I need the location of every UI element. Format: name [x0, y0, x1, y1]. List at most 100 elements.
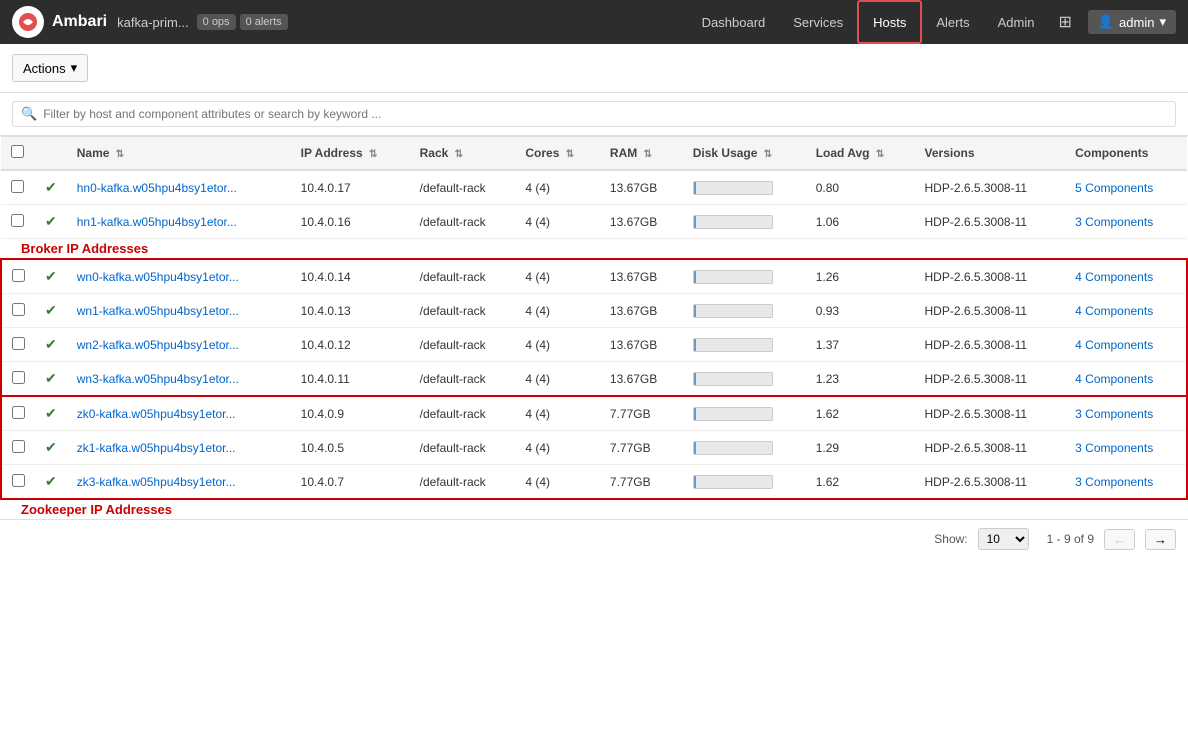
- search-icon: 🔍: [21, 106, 37, 122]
- grid-icon[interactable]: ⊞: [1048, 0, 1081, 44]
- table-row: ✔ hn1-kafka.w05hpu4bsy1etor... 10.4.0.16…: [1, 205, 1187, 239]
- row-ram-cell: 7.77GB: [600, 465, 683, 500]
- host-name-link[interactable]: wn2-kafka.w05hpu4bsy1etor...: [77, 338, 239, 352]
- table-row: ✔ wn0-kafka.w05hpu4bsy1etor... 10.4.0.14…: [1, 259, 1187, 294]
- th-rack[interactable]: Rack ⇅: [410, 137, 516, 171]
- row-ip-cell: 10.4.0.14: [291, 259, 410, 294]
- row-ram-cell: 7.77GB: [600, 396, 683, 431]
- pagination-info: 1 - 9 of 9: [1047, 532, 1094, 546]
- zookeeper-annotation-row: Zookeeper IP Addresses: [1, 499, 1187, 519]
- disk-bar: [693, 372, 773, 386]
- table-footer: Show: 10 25 50 100 1 - 9 of 9 ← →: [0, 519, 1188, 558]
- host-name-link[interactable]: zk3-kafka.w05hpu4bsy1etor...: [77, 475, 236, 489]
- row-checkbox[interactable]: [12, 406, 25, 419]
- row-ram-cell: 13.67GB: [600, 294, 683, 328]
- row-status-cell: ✔: [35, 396, 67, 431]
- row-ip-cell: 10.4.0.9: [291, 396, 410, 431]
- components-link[interactable]: 3 Components: [1075, 215, 1153, 229]
- components-link[interactable]: 3 Components: [1075, 475, 1153, 489]
- alerts-badge: 0 alerts: [240, 14, 288, 30]
- row-ip-cell: 10.4.0.17: [291, 170, 410, 205]
- user-name: admin: [1119, 15, 1154, 30]
- components-link[interactable]: 3 Components: [1075, 441, 1153, 455]
- th-load[interactable]: Load Avg ⇅: [806, 137, 915, 171]
- user-icon: 👤: [1098, 14, 1114, 30]
- components-link[interactable]: 3 Components: [1075, 407, 1153, 421]
- actions-dropdown-icon: ▾: [71, 60, 78, 76]
- host-name-link[interactable]: hn0-kafka.w05hpu4bsy1etor...: [77, 181, 237, 195]
- row-name-cell: zk3-kafka.w05hpu4bsy1etor...: [67, 465, 291, 500]
- nav-alerts[interactable]: Alerts: [922, 0, 983, 44]
- row-ram-cell: 13.67GB: [600, 362, 683, 397]
- row-checkbox-cell: [1, 205, 35, 239]
- row-status-cell: ✔: [35, 294, 67, 328]
- components-link[interactable]: 4 Components: [1075, 304, 1153, 318]
- row-load-cell: 1.26: [806, 259, 915, 294]
- row-load-cell: 0.93: [806, 294, 915, 328]
- th-disk[interactable]: Disk Usage ⇅: [683, 137, 806, 171]
- status-icon: ✔: [45, 370, 57, 386]
- row-version-cell: HDP-2.6.5.3008-11: [915, 396, 1066, 431]
- prev-page-button[interactable]: ←: [1104, 529, 1135, 550]
- row-checkbox[interactable]: [12, 269, 25, 282]
- disk-bar-fill: [694, 373, 696, 385]
- table-header-row: Name ⇅ IP Address ⇅ Rack ⇅ Cores ⇅ RAM ⇅…: [1, 137, 1187, 171]
- nav-admin[interactable]: Admin: [984, 0, 1049, 44]
- nav-services[interactable]: Services: [779, 0, 857, 44]
- row-ip-cell: 10.4.0.7: [291, 465, 410, 500]
- nav-hosts[interactable]: Hosts: [857, 0, 922, 44]
- components-link[interactable]: 4 Components: [1075, 270, 1153, 284]
- row-load-cell: 1.06: [806, 205, 915, 239]
- row-name-cell: zk1-kafka.w05hpu4bsy1etor...: [67, 431, 291, 465]
- row-components-cell: 4 Components: [1065, 259, 1187, 294]
- row-disk-cell: [683, 170, 806, 205]
- row-components-cell: 3 Components: [1065, 431, 1187, 465]
- row-name-cell: wn2-kafka.w05hpu4bsy1etor...: [67, 328, 291, 362]
- row-checkbox[interactable]: [12, 337, 25, 350]
- host-name-link[interactable]: wn0-kafka.w05hpu4bsy1etor...: [77, 270, 239, 284]
- row-checkbox[interactable]: [11, 180, 24, 193]
- next-page-button[interactable]: →: [1145, 529, 1176, 550]
- select-all-checkbox[interactable]: [11, 145, 24, 158]
- table-row: ✔ zk0-kafka.w05hpu4bsy1etor... 10.4.0.9 …: [1, 396, 1187, 431]
- row-checkbox-cell: [1, 294, 35, 328]
- th-ram[interactable]: RAM ⇅: [600, 137, 683, 171]
- actions-button[interactable]: Actions ▾: [12, 54, 88, 82]
- row-status-cell: ✔: [35, 431, 67, 465]
- row-checkbox[interactable]: [12, 371, 25, 384]
- row-checkbox[interactable]: [12, 474, 25, 487]
- host-name-link[interactable]: zk0-kafka.w05hpu4bsy1etor...: [77, 407, 236, 421]
- nav-dashboard[interactable]: Dashboard: [688, 0, 780, 44]
- row-rack-cell: /default-rack: [410, 431, 516, 465]
- components-link[interactable]: 4 Components: [1075, 372, 1153, 386]
- user-menu[interactable]: 👤 admin ▾: [1088, 10, 1176, 34]
- table-row: ✔ wn2-kafka.w05hpu4bsy1etor... 10.4.0.12…: [1, 328, 1187, 362]
- row-components-cell: 5 Components: [1065, 170, 1187, 205]
- th-cores[interactable]: Cores ⇅: [515, 137, 600, 171]
- host-name-link[interactable]: hn1-kafka.w05hpu4bsy1etor...: [77, 215, 237, 229]
- row-checkbox[interactable]: [11, 214, 24, 227]
- row-ram-cell: 13.67GB: [600, 170, 683, 205]
- row-checkbox-cell: [1, 259, 35, 294]
- host-name-link[interactable]: wn1-kafka.w05hpu4bsy1etor...: [77, 304, 239, 318]
- row-checkbox-cell: [1, 396, 35, 431]
- table-area: Name ⇅ IP Address ⇅ Rack ⇅ Cores ⇅ RAM ⇅…: [0, 136, 1188, 519]
- search-input[interactable]: [43, 107, 1167, 121]
- host-name-link[interactable]: wn3-kafka.w05hpu4bsy1etor...: [77, 372, 239, 386]
- row-checkbox[interactable]: [12, 440, 25, 453]
- components-link[interactable]: 4 Components: [1075, 338, 1153, 352]
- th-name[interactable]: Name ⇅: [67, 137, 291, 171]
- host-name-link[interactable]: zk1-kafka.w05hpu4bsy1etor...: [77, 441, 236, 455]
- row-ram-cell: 13.67GB: [600, 205, 683, 239]
- disk-bar-fill: [694, 476, 696, 488]
- row-checkbox[interactable]: [12, 303, 25, 316]
- components-link[interactable]: 5 Components: [1075, 181, 1153, 195]
- row-rack-cell: /default-rack: [410, 205, 516, 239]
- row-disk-cell: [683, 431, 806, 465]
- row-load-cell: 1.62: [806, 465, 915, 500]
- show-select[interactable]: 10 25 50 100: [978, 528, 1029, 550]
- row-components-cell: 3 Components: [1065, 396, 1187, 431]
- row-version-cell: HDP-2.6.5.3008-11: [915, 362, 1066, 397]
- th-ip[interactable]: IP Address ⇅: [291, 137, 410, 171]
- status-icon: ✔: [45, 473, 57, 489]
